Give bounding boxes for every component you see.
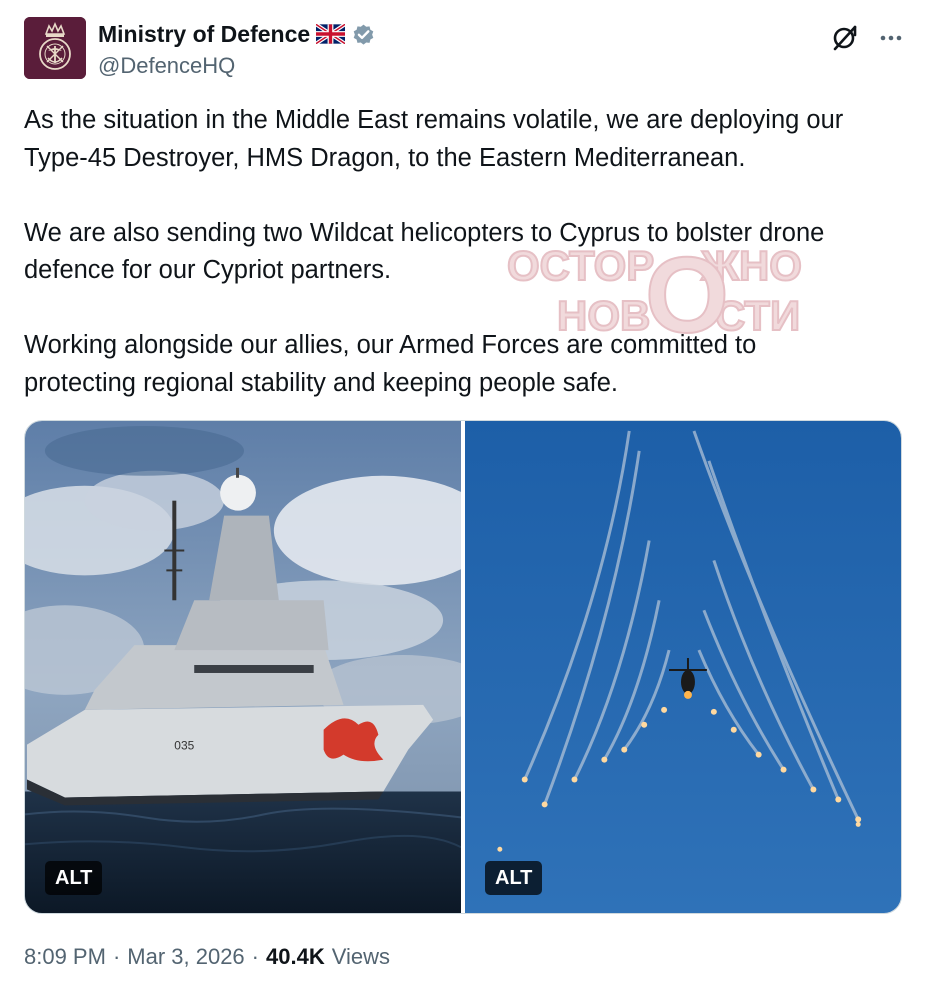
mod-crest-icon — [24, 17, 86, 79]
tweet-header: Ministry of Defence @DefenceHQ — [24, 17, 904, 81]
svg-text:035: 035 — [174, 739, 194, 753]
media-grid: 035 ALT ALT — [24, 420, 902, 914]
post-time[interactable]: 8:09 PM — [24, 944, 106, 970]
uk-flag-icon — [316, 24, 346, 44]
tweet-meta: 8:09 PM · Mar 3, 2026 · 40.4K Views — [24, 944, 390, 970]
views-label: Views — [331, 944, 391, 969]
tweet-paragraph: Working alongside our allies, our Armed … — [24, 331, 757, 397]
more-icon[interactable] — [878, 25, 904, 51]
helicopter-flares-photo-image — [465, 421, 901, 913]
tweet-text: As the situation in the Middle East rema… — [24, 102, 904, 402]
name-row: Ministry of Defence — [98, 19, 376, 49]
ship-photo-image: 035 — [25, 421, 461, 913]
grok-icon[interactable] — [830, 23, 860, 53]
display-name[interactable]: Ministry of Defence — [98, 21, 310, 48]
verified-badge-icon[interactable] — [351, 22, 376, 47]
post-date[interactable]: Mar 3, 2026 — [127, 944, 244, 970]
tweet-paragraph: As the situation in the Middle East rema… — [24, 106, 844, 172]
alt-badge[interactable]: ALT — [45, 861, 103, 895]
separator: · — [251, 944, 259, 969]
author-handle[interactable]: @DefenceHQ — [98, 53, 235, 79]
separator: · — [112, 944, 121, 969]
photo-ship[interactable]: 035 ALT — [25, 421, 461, 913]
avatar[interactable] — [24, 17, 86, 79]
photo-helicopter[interactable]: ALT — [465, 421, 901, 913]
views-count[interactable]: 40.4K — [266, 944, 325, 970]
tweet-paragraph: We are also sending two Wildcat helicopt… — [24, 218, 825, 285]
alt-badge[interactable]: ALT — [485, 861, 543, 895]
